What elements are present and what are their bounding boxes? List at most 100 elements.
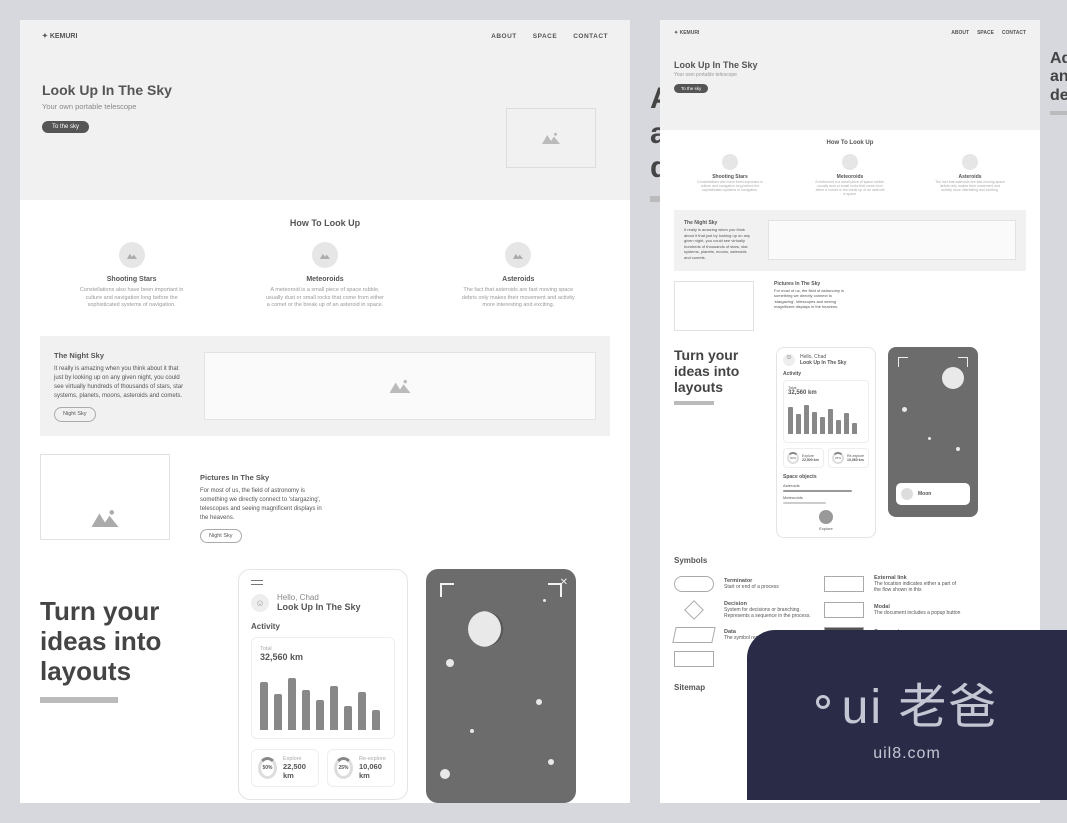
pictures-section: Pictures In The Sky For most of us, the … <box>674 281 1026 331</box>
explore-button-icon[interactable] <box>819 510 833 524</box>
headline-adaptable: Adaptable to any kind of design <box>1050 50 1067 115</box>
progress-ring-icon: 50% <box>787 452 799 464</box>
hero-cta-button[interactable]: To the sky <box>42 121 89 133</box>
moon-icon <box>942 367 964 389</box>
space-objects-label: Space objects <box>783 474 869 480</box>
meteoroids-label: Meteoroids <box>783 495 869 500</box>
nav-about[interactable]: ABOUT <box>491 33 517 40</box>
decision-shape-icon <box>684 600 704 620</box>
artboard-left: ✦ KEMURI ABOUT SPACE CONTACT Look Up In … <box>20 20 630 803</box>
pictures-image-placeholder <box>40 454 170 540</box>
hamburger-icon[interactable] <box>251 580 263 585</box>
howto-col-asteroids: AsteroidsThe fact that asteroids are fas… <box>935 154 1005 196</box>
greeting-text: Hello, Chad <box>277 593 319 602</box>
activity-label: Activity <box>251 622 395 631</box>
terminator-shape-icon <box>674 576 714 592</box>
main-nav: ABOUT SPACE CONTACT <box>491 33 608 40</box>
night-sky-button[interactable]: Night Sky <box>54 407 96 421</box>
nav-about[interactable]: ABOUT <box>951 30 969 36</box>
activity-label: Activity <box>783 371 869 377</box>
external-link-shape-icon <box>824 576 864 592</box>
phone-mockup-dark: Moon <box>888 347 978 517</box>
avatar-icon: ☺ <box>251 594 269 612</box>
activity-chart-card: Total 32,560 km <box>251 637 395 739</box>
howto-col-asteroids: Asteroids The fact that asteroids are fa… <box>458 242 578 310</box>
night-title: The Night Sky <box>54 350 184 361</box>
watermark-logo: ui 老爸 <box>842 667 999 737</box>
pictures-desc: For most of us, the field of astronomy i… <box>200 487 330 523</box>
phone-mockup-dark: ✕ <box>426 569 576 803</box>
explore-label: Explore <box>783 526 869 531</box>
total-value: 32,560 km <box>260 652 386 662</box>
stat-card-reexplore[interactable]: 25% Re-explore10,060 km <box>828 448 869 468</box>
image-placeholder-icon <box>312 242 338 268</box>
phone-title: Look Up In The Sky <box>800 360 846 366</box>
pictures-title: Pictures In The Sky <box>200 472 330 483</box>
star-icon <box>956 447 960 451</box>
watermark-badge: ui 老爸 uil8.com <box>747 630 1067 800</box>
ideas-section: Turn your ideas into layouts ☺ Hello, Ch… <box>40 569 610 803</box>
night-sky-section: The Night Sky It really is amazing when … <box>674 210 1026 271</box>
activity-bar-chart <box>260 670 386 730</box>
stat-card-explore[interactable]: 50% Explore22,500 km <box>251 749 319 787</box>
moon-info-card[interactable]: Moon <box>896 483 970 505</box>
star-icon <box>902 407 907 412</box>
stat-card-explore[interactable]: 50% Explore22,500 km <box>783 448 824 468</box>
phone-mockup-light: ☺ Hello, Chad Look Up In The Sky Activit… <box>238 569 408 800</box>
star-icon <box>548 759 554 765</box>
activity-bar-chart <box>788 400 864 434</box>
progress-ring-icon: 50% <box>258 757 277 779</box>
phone-title: Look Up In The Sky <box>277 602 361 612</box>
nav-space[interactable]: SPACE <box>977 30 994 36</box>
brand-logo: ✦ KEMURI <box>42 32 77 40</box>
howto-col-meteoroids: MeteoroidsA meteoroid is a small piece o… <box>815 154 885 196</box>
nav-contact[interactable]: CONTACT <box>573 33 608 40</box>
mountain-icon <box>91 509 119 527</box>
star-icon <box>470 729 474 733</box>
star-icon <box>446 659 454 667</box>
howto-desc: The fact that asteroids are fast moving … <box>458 287 578 310</box>
nav-contact[interactable]: CONTACT <box>1002 30 1026 36</box>
hero-subtitle: Your own portable telescope <box>674 72 1026 78</box>
stat-value: 10,060 km <box>359 762 388 780</box>
night-image-placeholder <box>204 352 596 420</box>
symbol-desc: Start or end of a process <box>724 584 779 590</box>
moon-thumb-icon <box>901 488 913 500</box>
process-shape-icon <box>674 651 714 667</box>
hero-title: Look Up In The Sky <box>674 60 1026 70</box>
stat-value: 10,060 km <box>847 458 864 462</box>
howto-desc: Constellations also have been important … <box>72 287 192 310</box>
pictures-button[interactable]: Night Sky <box>200 529 242 543</box>
pictures-desc: For most of us, the field of astronomy i… <box>774 288 854 310</box>
hero-section: ✦ KEMURI ABOUT SPACE CONTACT Look Up In … <box>660 20 1040 130</box>
howto-label: Shooting Stars <box>72 276 192 283</box>
howto-desc: A meteoroid is a small piece of space ru… <box>265 287 385 310</box>
howto-label: Asteroids <box>458 276 578 283</box>
howto-title: How To Look Up <box>670 140 1030 146</box>
hero-cta-button[interactable]: To the sky <box>674 84 708 93</box>
night-title: The Night Sky <box>684 220 754 227</box>
phone-mockup-light: ☺ Hello, ChadLook Up In The Sky Activity… <box>776 347 876 538</box>
avatar-icon: ☺ <box>783 354 795 366</box>
viewfinder-corner <box>898 357 908 367</box>
night-desc: It really is amazing when you think abou… <box>684 227 754 261</box>
hero-image-placeholder <box>506 108 596 168</box>
stat-card-reexplore[interactable]: 25% Re-explore10,060 km <box>327 749 395 787</box>
howto-col-shooting-stars: Shooting StarsConstellations also have b… <box>695 154 765 196</box>
howto-title: How To Look Up <box>40 218 610 228</box>
progress-ring-icon: 25% <box>334 757 353 779</box>
viewfinder-corner <box>958 357 968 367</box>
moon-label: Moon <box>918 491 931 497</box>
nav-space[interactable]: SPACE <box>533 33 557 40</box>
symbol-desc: The location indicates either a part of … <box>874 581 956 593</box>
howto-section: How To Look Up Shooting StarsConstellati… <box>660 130 1040 202</box>
pictures-section: Pictures In The Sky For most of us, the … <box>40 454 610 544</box>
star-icon <box>543 599 546 602</box>
viewfinder-corner <box>440 583 454 597</box>
night-sky-section: The Night Sky It really is amazing when … <box>40 336 610 436</box>
watermark-domain: uil8.com <box>873 745 941 763</box>
viewfinder-corner <box>548 583 562 597</box>
star-icon <box>440 769 450 779</box>
howto-desc: Constellations also have been important … <box>695 180 765 192</box>
night-image-placeholder <box>768 220 1016 260</box>
